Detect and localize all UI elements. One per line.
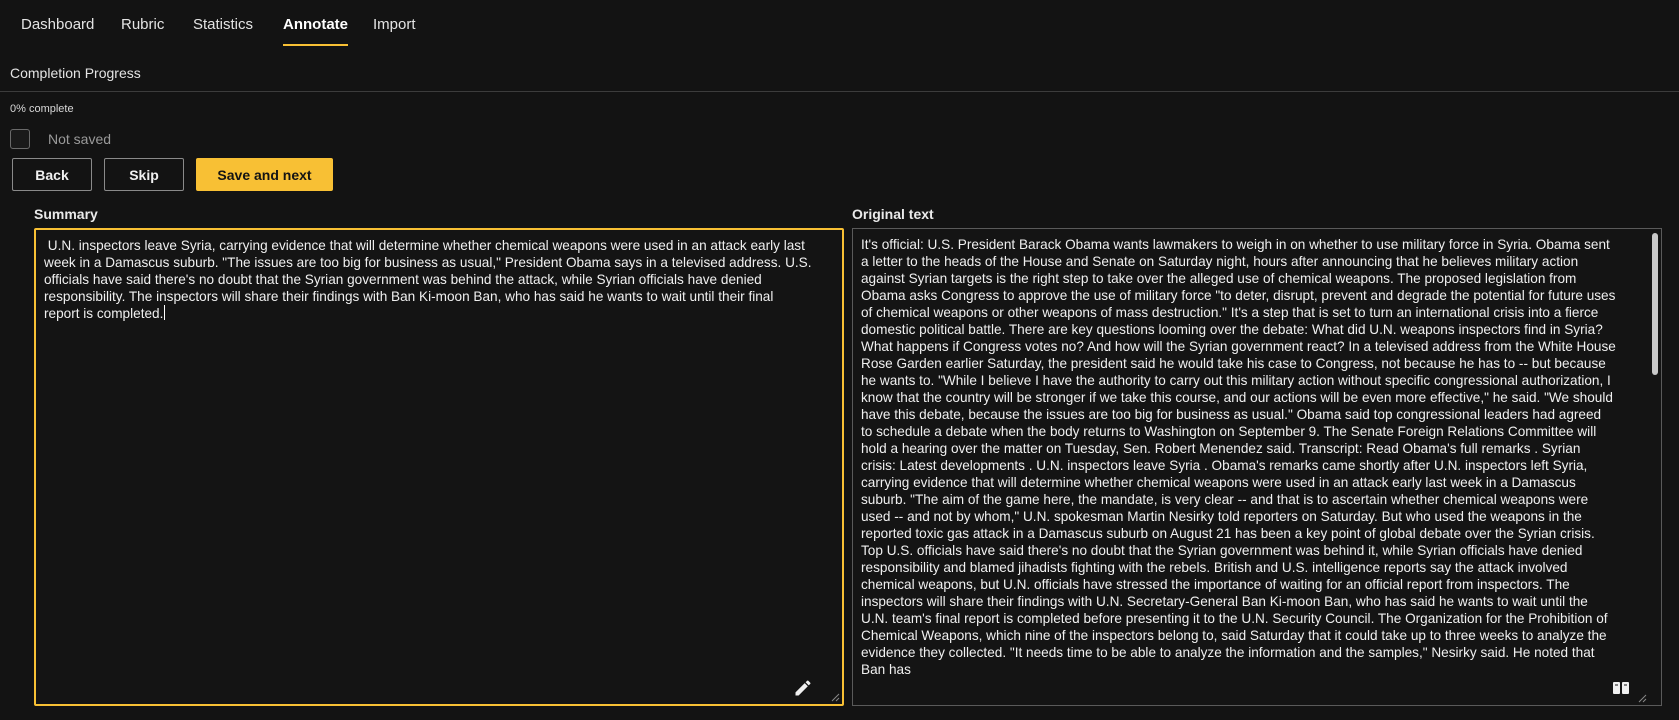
text-cursor [164, 305, 166, 320]
skip-button[interactable]: Skip [104, 158, 184, 191]
resize-handle-icon[interactable] [830, 692, 840, 702]
book-icon[interactable] [1612, 681, 1630, 695]
original-text: It's official: U.S. President Barack Oba… [861, 237, 1616, 677]
tab-rubric[interactable]: Rubric [121, 16, 164, 33]
original-text-label: Original text [852, 206, 934, 222]
summary-textarea[interactable]: U.N. inspectors leave Syria, carrying ev… [34, 228, 844, 706]
tab-annotate[interactable]: Annotate [283, 16, 348, 46]
tab-statistics[interactable]: Statistics [193, 16, 253, 33]
save-status: Not saved [10, 129, 111, 149]
summary-text: U.N. inspectors leave Syria, carrying ev… [44, 238, 816, 321]
original-text-panel[interactable]: It's official: U.S. President Barack Oba… [852, 228, 1662, 706]
tab-dashboard[interactable]: Dashboard [21, 16, 94, 33]
tab-annotate-label: Annotate [283, 16, 348, 33]
scrollbar-thumb[interactable] [1652, 233, 1658, 375]
active-tab-indicator [283, 44, 348, 46]
resize-handle-icon[interactable] [1637, 693, 1647, 703]
progress-percent: 0% complete [10, 103, 74, 115]
pencil-icon[interactable] [792, 678, 814, 698]
progress-title: Completion Progress [10, 65, 141, 81]
saved-label: Not saved [48, 131, 112, 147]
summary-label: Summary [34, 206, 98, 222]
save-and-next-button[interactable]: Save and next [196, 158, 333, 191]
tab-import[interactable]: Import [373, 16, 416, 33]
scrollbar-track[interactable] [1649, 229, 1661, 705]
back-button[interactable]: Back [12, 158, 92, 191]
progress-bar-track [0, 91, 1679, 92]
top-navigation: Dashboard Rubric Statistics Annotate Imp… [0, 0, 1679, 48]
saved-checkbox[interactable] [10, 129, 30, 149]
